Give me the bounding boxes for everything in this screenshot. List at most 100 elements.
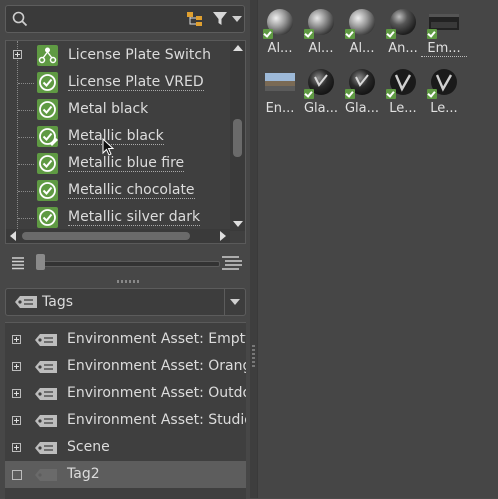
checkmark-icon — [427, 89, 437, 99]
tag-icon — [34, 360, 58, 378]
tree-row-metallic-black[interactable]: Metallic black — [6, 124, 230, 156]
scroll-up-arrow-icon[interactable] — [233, 45, 243, 51]
tree-row-metallic-silver-dark[interactable]: Metallic silver dark — [6, 205, 230, 232]
expand-icon[interactable] — [12, 416, 21, 425]
tag-icon — [34, 468, 58, 486]
tag-icon — [34, 387, 58, 405]
search-bar — [5, 5, 245, 33]
asset-caption: Al... — [267, 41, 293, 56]
tag-row-label: Tag2 — [67, 466, 100, 482]
asset-caption: Le... — [389, 101, 417, 116]
asset-caption: Gla... — [303, 101, 339, 116]
tag-row-environment-studio[interactable]: Environment Asset: Studio — [5, 407, 246, 434]
thumbnail-size-slider[interactable] — [36, 261, 220, 267]
tree-branch — [18, 137, 34, 139]
expand-icon[interactable] — [13, 50, 22, 59]
tag-row-tag2[interactable]: Tag2 — [5, 461, 246, 488]
tree-row-label: Metallic black — [68, 128, 164, 145]
tree-row-label: Metallic silver dark — [68, 209, 201, 226]
scroll-thumb[interactable] — [233, 119, 242, 157]
asset-caption: An... — [388, 41, 418, 56]
material-icon — [37, 72, 58, 93]
asset-caption: En... — [265, 101, 295, 116]
asset-tile[interactable]: En... — [261, 64, 299, 124]
search-input[interactable] — [32, 9, 184, 31]
tag-row-scene[interactable]: Scene — [5, 434, 246, 461]
expand-icon[interactable] — [12, 443, 21, 452]
checkmark-icon — [345, 89, 355, 99]
tree-row-label: Metallic chocolate — [68, 182, 195, 199]
library-panel: License Plate Switch License Plate VRED … — [0, 0, 250, 499]
material-switch-icon — [37, 45, 58, 66]
asset-tile[interactable]: Em... — [421, 4, 467, 64]
expand-icon[interactable] — [12, 362, 21, 371]
asset-tile[interactable]: Le... — [425, 64, 463, 124]
filter-dropdown-chevron-icon[interactable] — [232, 16, 242, 22]
tag-row-environment-outdoor[interactable]: Environment Asset: Outdoo — [5, 380, 246, 407]
tag-icon — [14, 295, 38, 313]
checkmark-icon — [304, 89, 314, 99]
hierarchy-filter-icon[interactable] — [186, 11, 204, 31]
tag-row-label: Scene — [67, 439, 110, 455]
tag-row-environment-empty[interactable]: Environment Asset: Empty_ — [5, 326, 246, 353]
tags-dropdown[interactable]: Tags — [5, 288, 246, 316]
scroll-down-arrow-icon[interactable] — [233, 221, 243, 227]
environment-thumbnail — [265, 73, 295, 91]
asset-tile[interactable]: Al... — [261, 4, 299, 64]
slider-handle[interactable] — [36, 254, 45, 270]
tag-row-label: Environment Asset: Empty_ — [67, 331, 246, 347]
chevron-down-icon[interactable] — [224, 289, 245, 315]
large-view-icon[interactable] — [221, 255, 243, 275]
panel-splitter-handle[interactable] — [117, 280, 139, 283]
checkmark-icon — [386, 29, 396, 39]
asset-caption: Em... — [421, 41, 467, 57]
list-view-icon[interactable] — [10, 256, 26, 274]
tree-row-label: License Plate Switch — [68, 47, 211, 63]
tag-icon — [34, 333, 58, 351]
tree-row-metallic-blue-fire[interactable]: Metallic blue fire — [6, 151, 230, 178]
asset-tile[interactable]: Al... — [343, 4, 381, 64]
expand-icon[interactable] — [12, 335, 21, 344]
material-icon — [37, 180, 58, 201]
tags-dropdown-label: Tags — [42, 294, 73, 310]
asset-caption: Al... — [308, 41, 334, 56]
asset-caption: Le... — [430, 101, 458, 116]
panel-splitter[interactable] — [250, 0, 257, 498]
scroll-left-arrow-icon[interactable] — [10, 231, 16, 241]
asset-grid: Al... Al... Al... An... Em... En... Gla.… — [257, 0, 498, 498]
asset-tile[interactable]: Le... — [384, 64, 422, 124]
tree-branch — [18, 218, 34, 220]
checkmark-icon — [345, 29, 355, 39]
splitter-grip[interactable] — [252, 345, 255, 369]
asset-tile[interactable]: Al... — [302, 4, 340, 64]
tag-row-label: Environment Asset: Outdoo — [67, 385, 246, 401]
tag-icon — [34, 414, 58, 432]
asset-tile[interactable]: Gla... — [302, 64, 340, 124]
checkmark-icon — [263, 29, 273, 39]
expand-icon[interactable] — [12, 389, 21, 398]
tree-branch — [18, 83, 34, 85]
search-icon[interactable] — [12, 11, 28, 31]
scroll-thumb[interactable] — [22, 232, 190, 240]
material-edit-icon — [37, 126, 58, 147]
material-icon — [37, 99, 58, 120]
asset-caption: Al... — [349, 41, 375, 56]
tree-vertical-scrollbar[interactable] — [230, 41, 245, 231]
leaf-node-icon — [12, 470, 22, 480]
tag-row-environment-orange[interactable]: Environment Asset: Orange — [5, 353, 246, 380]
tree-row-label: Metal black — [68, 101, 149, 117]
tree-row-license-plate-switch[interactable]: License Plate Switch — [6, 43, 230, 70]
tree-row-metal-black[interactable]: Metal black — [6, 97, 230, 124]
tree-row-license-plate-vred[interactable]: License Plate VRED — [6, 70, 230, 97]
thumbnail-size-control — [8, 252, 244, 274]
filter-icon[interactable] — [212, 11, 228, 31]
material-tree: License Plate Switch License Plate VRED … — [5, 40, 246, 244]
tree-branch — [18, 164, 34, 166]
tree-branch — [18, 191, 34, 193]
material-icon — [37, 153, 58, 174]
tree-horizontal-scrollbar[interactable] — [6, 229, 230, 243]
asset-tile[interactable]: Gla... — [343, 64, 381, 124]
asset-tile[interactable]: An... — [384, 4, 422, 64]
scroll-right-arrow-icon[interactable] — [220, 231, 226, 241]
tree-row-metallic-chocolate[interactable]: Metallic chocolate — [6, 178, 230, 205]
